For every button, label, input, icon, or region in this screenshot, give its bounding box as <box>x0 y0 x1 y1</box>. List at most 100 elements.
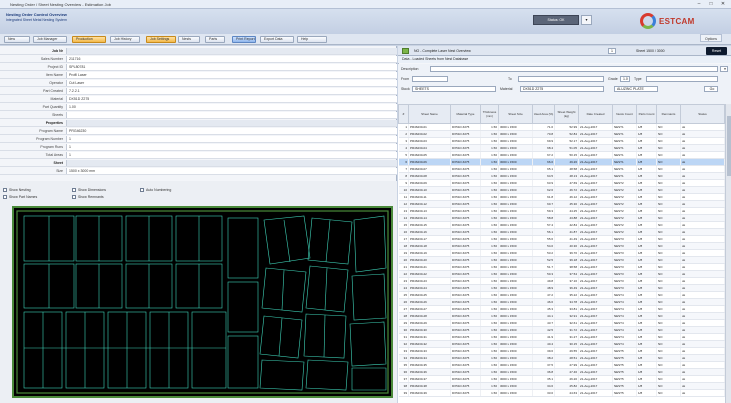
table-row[interactable]: 8 PR46230-08 DX51D Z275 1.50 3000 x 1500 64.5… <box>398 172 725 180</box>
form-value-field[interactable]: 1 <box>66 152 397 158</box>
grade-input[interactable]: 1.0 <box>620 76 630 82</box>
toolbar-button-help[interactable]: Help <box>297 36 327 43</box>
column-header[interactable]: Sheet Weight (kg) <box>554 104 579 124</box>
column-header[interactable]: Material Type <box>450 104 481 124</box>
table-row[interactable]: 24 PR46230-24 DX51D Z275 1.50 3000 x 1500 48.… <box>398 284 725 292</box>
options-button[interactable]: Options <box>700 34 722 42</box>
status-dropdown[interactable]: ▾ <box>581 15 592 25</box>
toolbar-button-new[interactable]: New <box>4 36 30 43</box>
reset-button[interactable]: Reset <box>706 47 727 55</box>
table-row[interactable]: 15 PR46230-15 DX51D Z275 1.50 3000 x 1500 57.… <box>398 221 725 229</box>
table-row[interactable]: 27 PR46230-27 DX51D Z275 1.50 3000 x 1500 45.… <box>398 305 725 313</box>
table-row[interactable]: 19 PR46230-19 DX51D Z275 1.50 3000 x 1500 53.… <box>398 249 725 257</box>
stock-input[interactable]: SHEETS <box>412 86 496 92</box>
table-row[interactable]: 6 PR46230-06 DX51D Z275 1.50 3000 x 1500 66.0… <box>398 158 725 166</box>
form-value-field[interactable]: 1.00 <box>66 104 397 110</box>
form-value-field[interactable]: 1500 x 3000 mm <box>66 168 397 174</box>
nested-part[interactable] <box>351 273 387 321</box>
table-row[interactable]: 25 PR46230-25 DX51D Z275 1.50 3000 x 1500 47.… <box>398 291 725 299</box>
column-header[interactable]: Remnants <box>656 104 681 124</box>
column-header[interactable]: Sheet Name <box>408 104 451 124</box>
table-row[interactable]: 20 PR46230-20 DX51D Z275 1.50 3000 x 1500 52.… <box>398 256 725 264</box>
table-row[interactable]: 16 PR46230-16 DX51D Z275 1.50 3000 x 1500 56.… <box>398 228 725 236</box>
maximize-icon[interactable]: □ <box>705 1 717 8</box>
table-row[interactable]: 5 PR46230-05 DX51D Z275 1.50 3000 x 1500 67.2… <box>398 151 725 159</box>
checkbox-show-nesting[interactable]: Show Nesting <box>3 187 31 193</box>
nesting-drawing-canvas[interactable] <box>12 206 393 398</box>
table-row[interactable]: 9 PR46230-09 DX51D Z275 1.50 3000 x 1500 63.9… <box>398 179 725 187</box>
table-row[interactable]: 11 PR46230-11 DX51D Z275 1.50 3000 x 1500 61.… <box>398 193 725 201</box>
nested-part[interactable] <box>227 217 259 279</box>
toolbar-button-job-settings[interactable]: Job Settings <box>146 36 176 43</box>
form-value-field[interactable]: Profil Laser <box>66 72 397 78</box>
table-row[interactable]: 34 PR46230-34 DX51D Z275 1.50 3000 x 1500 38.… <box>398 354 725 362</box>
checkbox-show-remnants[interactable]: Show Remnants <box>72 194 104 200</box>
form-value-field[interactable]: 7.2.2.1 <box>66 88 397 94</box>
toolbar-button-job-manager[interactable]: Job Manager <box>33 36 67 43</box>
table-scrollbar[interactable] <box>725 104 731 403</box>
description-input[interactable] <box>430 66 718 72</box>
scrollbar-thumb[interactable] <box>727 116 731 176</box>
checkbox-box[interactable] <box>72 188 76 192</box>
table-row[interactable]: 26 PR46230-26 DX51D Z275 1.50 3000 x 1500 46.… <box>398 298 725 306</box>
material-input[interactable]: DX51D Z275 <box>520 86 604 92</box>
table-row[interactable]: 39 PR46230-39 DX51D Z275 1.50 3000 x 1500 33.… <box>398 389 725 397</box>
column-header[interactable]: Sheet Size <box>498 104 533 124</box>
table-row[interactable]: 37 PR46230-37 DX51D Z275 1.50 3000 x 1500 35.… <box>398 375 725 383</box>
table-row[interactable]: 2 PR46230-02 DX51D Z275 1.50 3000 x 1500 70.8… <box>398 130 725 138</box>
checkbox-auto-numbering[interactable]: Auto Numbering <box>140 187 171 193</box>
nested-part[interactable] <box>305 359 349 391</box>
table-row[interactable]: 22 PR46230-22 DX51D Z275 1.50 3000 x 1500 50.… <box>398 270 725 278</box>
form-value-field[interactable] <box>66 112 397 118</box>
nested-part[interactable] <box>349 321 387 367</box>
table-row[interactable]: 23 PR46230-23 DX51D Z275 1.50 3000 x 1500 49.… <box>398 277 725 285</box>
form-value-field[interactable]: 211716 <box>66 56 397 62</box>
type-input[interactable] <box>646 76 718 82</box>
nested-part[interactable] <box>259 359 305 391</box>
toolbar-button-parts[interactable]: Parts <box>205 36 225 43</box>
form-value-field[interactable]: Cut Laser <box>66 80 397 86</box>
column-header[interactable]: Used Area (%) <box>532 104 555 124</box>
form-value-field[interactable]: SPL80781 <box>66 64 397 70</box>
checkbox-box[interactable] <box>3 195 7 199</box>
table-row[interactable]: 38 PR46230-38 DX51D Z275 1.50 3000 x 1500 34.… <box>398 382 725 390</box>
column-header[interactable]: Nests Count <box>612 104 637 124</box>
close-icon[interactable]: ✕ <box>717 1 729 8</box>
table-row[interactable]: 10 PR46230-10 DX51D Z275 1.50 3000 x 1500 62.… <box>398 186 725 194</box>
column-header[interactable]: Date Created <box>578 104 613 124</box>
checkbox-box[interactable] <box>3 188 7 192</box>
table-row[interactable]: 30 PR46230-30 DX51D Z275 1.50 3000 x 1500 42.… <box>398 326 725 334</box>
to-input[interactable] <box>518 76 604 82</box>
table-row[interactable]: 17 PR46230-17 DX51D Z275 1.50 3000 x 1500 55.… <box>398 235 725 243</box>
table-row[interactable]: 7 PR46230-07 DX51D Z275 1.50 3000 x 1500 65.1… <box>398 165 725 173</box>
checkbox-box[interactable] <box>140 188 144 192</box>
nested-part[interactable] <box>259 315 303 359</box>
table-row[interactable]: 28 PR46230-28 DX51D Z275 1.50 3000 x 1500 44.… <box>398 312 725 320</box>
table-row[interactable]: 31 PR46230-31 DX51D Z275 1.50 3000 x 1500 41.… <box>398 333 725 341</box>
table-row[interactable]: 4 PR46230-04 DX51D Z275 1.50 3000 x 1500 68.4… <box>398 144 725 152</box>
table-row[interactable]: 18 PR46230-18 DX51D Z275 1.50 3000 x 1500 54.… <box>398 242 725 250</box>
table-row[interactable]: 21 PR46230-21 DX51D Z275 1.50 3000 x 1500 51.… <box>398 263 725 271</box>
toolbar-button-print-report[interactable]: Print Report <box>232 36 256 43</box>
table-row[interactable]: 29 PR46230-29 DX51D Z275 1.50 3000 x 1500 43.… <box>398 319 725 327</box>
refresh-icon[interactable] <box>402 48 409 54</box>
nested-part[interactable] <box>227 281 259 333</box>
type-select[interactable]: ALUZINC PLATE <box>614 86 658 92</box>
from-input[interactable] <box>412 76 448 82</box>
status-box[interactable]: Status: OK <box>533 15 579 25</box>
go-button[interactable]: Go <box>704 86 718 92</box>
table-row[interactable]: 36 PR46230-36 DX51D Z275 1.50 3000 x 1500 36.… <box>398 368 725 376</box>
nested-part[interactable] <box>351 367 387 391</box>
column-header[interactable]: Parts Count <box>636 104 657 124</box>
checkbox-show-part-names[interactable]: Show Part Names <box>3 194 37 200</box>
form-value-field[interactable]: PRG46230 <box>66 128 397 134</box>
minimize-icon[interactable]: – <box>693 1 705 8</box>
table-row[interactable]: 33 PR46230-33 DX51D Z275 1.50 3000 x 1500 39.… <box>398 347 725 355</box>
toolbar-button-export-data[interactable]: Export Data <box>260 36 294 43</box>
form-value-field[interactable]: DX51D Z275 <box>66 96 397 102</box>
toolbar-button-job-history[interactable]: Job History <box>110 36 140 43</box>
form-value-field[interactable]: 1 <box>66 136 397 142</box>
nested-part[interactable] <box>191 311 227 389</box>
column-header[interactable]: Thickness (mm) <box>480 104 499 124</box>
table-row[interactable]: 35 PR46230-35 DX51D Z275 1.50 3000 x 1500 37.… <box>398 361 725 369</box>
